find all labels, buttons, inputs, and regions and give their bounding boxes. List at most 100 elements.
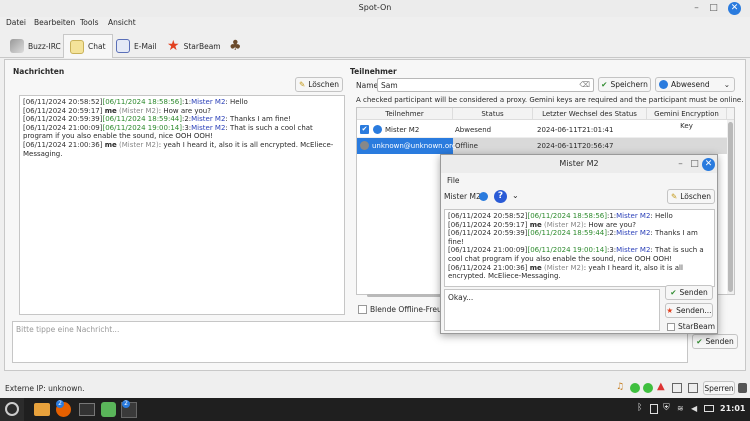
minimize-icon[interactable]: – bbox=[674, 158, 687, 171]
status-icon bbox=[659, 80, 668, 89]
maximize-icon[interactable]: □ bbox=[707, 2, 720, 15]
message-sender-me: me bbox=[104, 106, 117, 115]
table-row[interactable]: unknown@unknown.org Offline 2024-06-11T2… bbox=[357, 138, 727, 154]
close-icon[interactable]: ✕ bbox=[702, 158, 715, 171]
blend-offline-checkbox[interactable] bbox=[358, 305, 367, 314]
message-text: : How are you? bbox=[583, 220, 636, 229]
tab-tree[interactable]: ♣ bbox=[223, 34, 248, 58]
column-header[interactable]: Letzter Wechsel des Status bbox=[533, 108, 647, 120]
message-remote-timestamp: [06/11/2024 18:59:44] bbox=[102, 115, 182, 124]
away-status-icon bbox=[479, 192, 488, 201]
menu-datei[interactable]: Datei bbox=[6, 18, 26, 27]
dialog-compose[interactable]: Okay... bbox=[444, 289, 660, 331]
help-icon[interactable]: ? bbox=[494, 190, 507, 203]
message-alias: (Mister M2) bbox=[544, 220, 584, 229]
download-icon[interactable] bbox=[672, 383, 682, 393]
status-select[interactable]: Abwesend ⌄ bbox=[655, 77, 735, 92]
message-line: [06/11/2024 20:59:39][06/11/2024 18:59:4… bbox=[23, 115, 341, 124]
message-sequence: :1: bbox=[606, 212, 617, 220]
message-timestamp: [06/11/2024 21:00:36] bbox=[23, 140, 103, 149]
close-icon[interactable]: ✕ bbox=[728, 2, 741, 15]
table-row[interactable]: ✔ Mister M2 Abwesend 2024-06-11T21:01:41 bbox=[357, 122, 727, 138]
dialog-send-button[interactable]: ✔ Senden bbox=[665, 285, 713, 300]
message-sequence: :2: bbox=[606, 229, 617, 238]
message-line: [06/11/2024 21:00:36] me (Mister M2): ye… bbox=[23, 141, 341, 158]
dialog-menu-file[interactable]: File bbox=[447, 176, 460, 185]
clock[interactable]: 21:01 bbox=[720, 404, 745, 413]
tab-buzz-irc[interactable]: Buzz-IRC bbox=[4, 34, 67, 58]
sound-icon[interactable]: ♫ bbox=[616, 382, 624, 392]
battery-icon[interactable] bbox=[704, 405, 714, 412]
gear-icon[interactable] bbox=[738, 383, 747, 393]
column-header[interactable]: Gemini Encryption Key bbox=[647, 108, 727, 130]
message-text: : Thanks I am fine! bbox=[225, 115, 291, 124]
envelope-icon bbox=[116, 39, 130, 53]
menu-bearbeiten[interactable]: Bearbeiten bbox=[34, 18, 75, 27]
send-button[interactable]: ✔ Senden bbox=[692, 334, 738, 349]
message-sender-me: me bbox=[104, 140, 117, 149]
tab-starbeam[interactable]: ★ StarBeam bbox=[161, 34, 227, 58]
upload-icon[interactable] bbox=[688, 383, 698, 393]
menu-tools[interactable]: Tools bbox=[80, 18, 98, 27]
shield-icon[interactable]: ⛨ bbox=[663, 403, 670, 413]
dialog-clear-button[interactable]: ✎ Löschen bbox=[667, 189, 715, 204]
taskbar: 2 2 ᛒ ⛨ ≋ ◀ 21:01 bbox=[0, 398, 750, 421]
minimize-icon[interactable]: – bbox=[690, 2, 703, 15]
message-alias: (Mister M2) bbox=[544, 263, 584, 272]
column-header[interactable]: Teilnehmer bbox=[357, 108, 453, 120]
clear-messages-button[interactable]: ✎ Löschen bbox=[295, 77, 343, 92]
messages-list: [06/11/2024 20:58:52][06/11/2024 18:58:5… bbox=[23, 98, 341, 158]
title-bar: Spot-On – □ ✕ bbox=[0, 0, 750, 17]
mint-update-icon[interactable] bbox=[101, 402, 116, 417]
message-timestamp: [06/11/2024 21:00:09] bbox=[23, 123, 103, 132]
message-remote-timestamp: [06/11/2024 19:00:14] bbox=[527, 246, 607, 255]
starbeam-checkbox[interactable] bbox=[667, 323, 675, 331]
message-sequence: :1: bbox=[181, 98, 192, 106]
name-input-value: Sam bbox=[381, 81, 398, 90]
name-input[interactable]: Sam ⌫ bbox=[377, 78, 594, 92]
message-text: : Hello bbox=[225, 98, 248, 106]
save-button[interactable]: ✔ Speichern bbox=[598, 77, 651, 92]
proxy-checkbox[interactable]: ✔ bbox=[360, 125, 369, 134]
dialog-send-label: Senden bbox=[679, 288, 708, 297]
dialog-participant-name: Mister M2 bbox=[444, 192, 481, 201]
offline-status-icon bbox=[360, 141, 369, 150]
volume-icon[interactable]: ◀ bbox=[691, 404, 697, 413]
participant-status: Abwesend bbox=[455, 126, 492, 134]
dialog-messages-view[interactable]: [06/11/2024 20:58:52][06/11/2024 18:58:5… bbox=[444, 209, 715, 287]
tab-chat[interactable]: Chat bbox=[63, 34, 113, 58]
menu-ansicht[interactable]: Ansicht bbox=[108, 18, 136, 27]
message-sender: Mister M2 bbox=[191, 115, 226, 124]
warning-icon[interactable]: ▲ bbox=[657, 381, 665, 392]
starbeam-label: StarBeam bbox=[678, 322, 716, 331]
tab-email[interactable]: E-Mail bbox=[110, 34, 163, 58]
broom-icon: ✎ bbox=[298, 80, 306, 89]
message-text: : How are you? bbox=[158, 106, 211, 115]
start-menu-button[interactable] bbox=[0, 398, 24, 421]
message-timestamp: [06/11/2024 20:58:52] bbox=[23, 98, 103, 106]
tab-chat-label: Chat bbox=[88, 42, 106, 51]
terminal-icon[interactable] bbox=[79, 403, 95, 416]
kernel-status-icon bbox=[630, 383, 640, 393]
messages-view[interactable]: [06/11/2024 20:58:52][06/11/2024 18:58:5… bbox=[19, 95, 345, 315]
maximize-icon[interactable]: □ bbox=[688, 158, 701, 171]
clear-field-icon[interactable]: ⌫ bbox=[579, 80, 590, 89]
bluetooth-icon[interactable]: ᛒ bbox=[637, 403, 642, 413]
message-sequence: :2: bbox=[181, 115, 192, 124]
message-remote-timestamp: [06/11/2024 18:59:44] bbox=[527, 229, 607, 238]
window-title: Spot-On bbox=[358, 3, 392, 12]
horizontal-scrollbar[interactable] bbox=[367, 294, 447, 297]
check-icon: ✔ bbox=[696, 337, 703, 346]
vertical-scrollbar[interactable] bbox=[727, 120, 734, 294]
dialog-send-file-button[interactable]: ★ Senden... bbox=[665, 303, 713, 318]
column-header[interactable]: Status bbox=[453, 108, 533, 120]
lock-button[interactable]: Sperren bbox=[703, 381, 735, 395]
message-timestamp: [06/11/2024 20:59:17] bbox=[23, 106, 103, 115]
clipboard-icon[interactable] bbox=[650, 404, 658, 414]
message-sender: Mister M2 bbox=[616, 212, 651, 220]
message-line: [06/11/2024 20:59:17] me (Mister M2): Ho… bbox=[23, 107, 341, 116]
wifi-icon[interactable]: ≋ bbox=[677, 404, 684, 413]
chevron-down-icon[interactable]: ⌄ bbox=[512, 191, 519, 200]
files-icon[interactable] bbox=[34, 403, 50, 416]
message-remote-timestamp: [06/11/2024 18:58:56] bbox=[527, 212, 607, 220]
